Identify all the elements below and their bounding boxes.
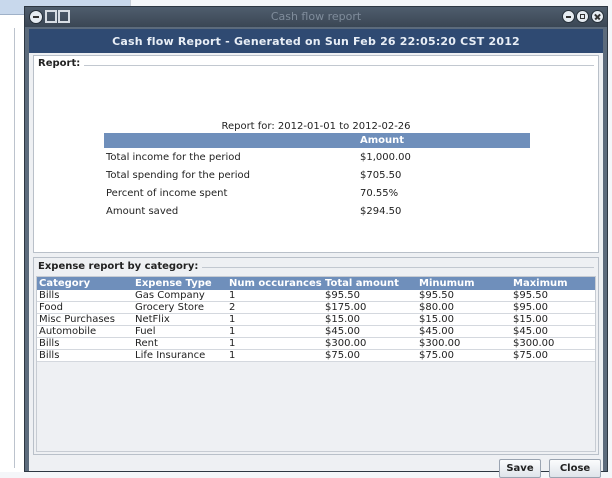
cell-total-amount: $15.00 (325, 314, 360, 325)
cell-num-occurances: 1 (229, 326, 236, 337)
column-header-minimum[interactable]: Minumum (419, 277, 475, 290)
table-row[interactable]: Bills Gas Company 1 $95.50 $95.50 $95.50 (37, 290, 595, 302)
report-period: Report for: 2012-01-01 to 2012-02-26 (221, 121, 411, 132)
cell-minimum: $15.00 (419, 314, 454, 325)
summary-row-spending: Total spending for the period $705.50 (104, 166, 530, 184)
report-legend-line (80, 65, 594, 66)
cell-category: Bills (39, 290, 60, 301)
column-header-category[interactable]: Category (39, 277, 90, 290)
maximize-icon[interactable] (576, 10, 589, 23)
cell-total-amount: $175.00 (325, 302, 367, 313)
table-row[interactable]: Bills Rent 1 $300.00 $300.00 $300.00 (37, 338, 595, 350)
cell-maximum: $15.00 (513, 314, 548, 325)
expense-table-header: Category Expense Type Num occurances Tot… (37, 277, 595, 290)
cell-minimum: $45.00 (419, 326, 454, 337)
summary-row-income: Total income for the period $1,000.00 (104, 148, 530, 166)
column-header-expense-type[interactable]: Expense Type (135, 277, 212, 290)
expense-table[interactable]: Category Expense Type Num occurances Tot… (36, 276, 596, 452)
summary-table: Amount Total income for the period $1,00… (104, 133, 530, 220)
cell-total-amount: $75.00 (325, 350, 360, 361)
summary-value: $294.50 (360, 206, 402, 217)
close-window-icon[interactable] (591, 10, 604, 23)
cell-num-occurances: 1 (229, 350, 236, 361)
table-row[interactable]: Automobile Fuel 1 $45.00 $45.00 $45.00 (37, 326, 595, 338)
summary-label: Total income for the period (106, 152, 241, 163)
table-row[interactable]: Bills Life Insurance 1 $75.00 $75.00 $75… (37, 350, 595, 362)
table-row[interactable]: Misc Purchases NetFlix 1 $15.00 $15.00 $… (37, 314, 595, 326)
cell-num-occurances: 1 (229, 338, 236, 349)
cell-category: Bills (39, 338, 60, 349)
cell-maximum: $45.00 (513, 326, 548, 337)
summary-value: 70.55% (360, 188, 399, 199)
cell-minimum: $80.00 (419, 302, 454, 313)
cell-expense-type: Rent (135, 338, 158, 349)
cell-expense-type: Life Insurance (135, 350, 206, 361)
window-titlebar[interactable]: Cash flow report (25, 7, 607, 27)
cell-category: Automobile (39, 326, 97, 337)
cell-total-amount: $300.00 (325, 338, 367, 349)
cell-expense-type: Grocery Store (135, 302, 205, 313)
background-app-border (14, 28, 15, 468)
column-header-total-amount[interactable]: Total amount (325, 277, 399, 290)
cell-num-occurances: 2 (229, 302, 236, 313)
cell-expense-type: NetFlix (135, 314, 170, 325)
column-header-num-occurances[interactable]: Num occurances (229, 277, 322, 290)
save-button[interactable]: Save (499, 459, 541, 478)
cell-minimum: $95.50 (419, 290, 454, 301)
cell-expense-type: Gas Company (135, 290, 205, 301)
window-title: Cash flow report (270, 10, 362, 23)
summary-value: $1,000.00 (360, 152, 411, 163)
column-header-maximum[interactable]: Maximum (513, 277, 568, 290)
report-header: Cash flow Report - Generated on Sun Feb … (29, 29, 603, 53)
report-legend: Report: (38, 58, 85, 69)
summary-label: Total spending for the period (106, 170, 250, 181)
cell-total-amount: $45.00 (325, 326, 360, 337)
cell-expense-type: Fuel (135, 326, 156, 337)
summary-label: Percent of income spent (106, 188, 228, 199)
cash-flow-report-dialog: Cash flow report Cash flow Report - Gene… (24, 6, 608, 478)
cell-category: Food (39, 302, 63, 313)
amount-column-header: Amount (360, 135, 405, 146)
cell-category: Bills (39, 350, 60, 361)
minimize-icon[interactable] (562, 10, 575, 23)
expense-legend-line (176, 267, 594, 268)
expense-panel: Expense report by category: Category Exp… (33, 257, 599, 455)
summary-row-saved: Amount saved $294.50 (104, 202, 530, 220)
summary-row-percent: Percent of income spent 70.55% (104, 184, 530, 202)
cell-maximum: $95.50 (513, 290, 548, 301)
cell-maximum: $95.00 (513, 302, 548, 313)
cell-minimum: $75.00 (419, 350, 454, 361)
cell-maximum: $300.00 (513, 338, 555, 349)
summary-label: Amount saved (106, 206, 179, 217)
expense-legend: Expense report by category: (38, 261, 203, 272)
cell-num-occurances: 1 (229, 314, 236, 325)
cell-maximum: $75.00 (513, 350, 548, 361)
cell-num-occurances: 1 (229, 290, 236, 301)
cell-total-amount: $95.50 (325, 290, 360, 301)
table-row[interactable]: Food Grocery Store 2 $175.00 $80.00 $95.… (37, 302, 595, 314)
summary-table-header: Amount (104, 133, 530, 148)
cell-category: Misc Purchases (39, 314, 115, 325)
close-button[interactable]: Close (549, 459, 601, 478)
dialog-content: Report: Report for: 2012-01-01 to 2012-0… (29, 53, 603, 478)
cell-minimum: $300.00 (419, 338, 461, 349)
summary-value: $705.50 (360, 170, 402, 181)
report-panel: Report: Report for: 2012-01-01 to 2012-0… (33, 55, 599, 253)
